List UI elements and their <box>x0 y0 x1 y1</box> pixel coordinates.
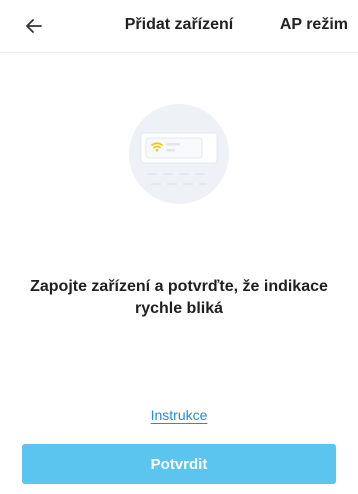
ap-mode-button[interactable]: AP režim <box>280 16 348 34</box>
instruction-message: Zapojte zařízení a potvrďte, že indikace… <box>30 278 328 317</box>
device-illustration <box>129 97 229 207</box>
header-bar: Přidat zařízení AP režim <box>0 0 358 53</box>
router-wifi-icon <box>129 104 229 204</box>
instructions-link[interactable]: Instrukce <box>0 407 358 423</box>
confirm-button[interactable]: Potvrdit <box>22 444 336 484</box>
